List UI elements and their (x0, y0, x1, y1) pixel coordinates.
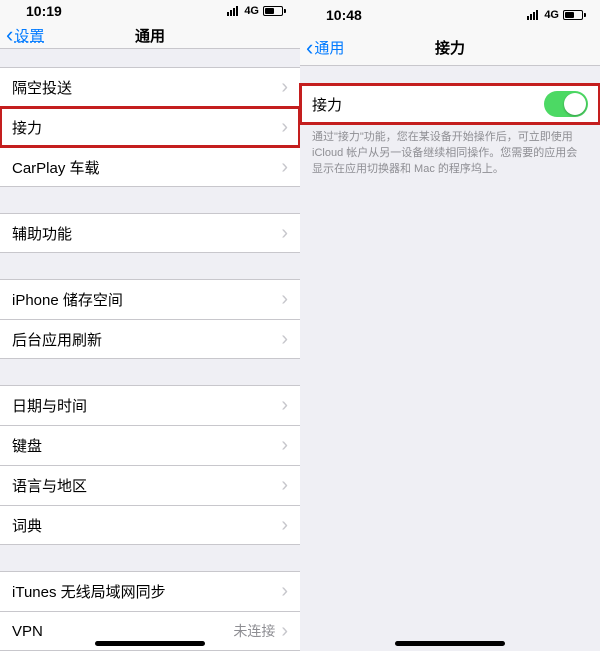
row-label: 接力 (12, 117, 42, 138)
nav-bar: ‹ 设置 通用 (0, 22, 300, 49)
phone-right: 10:48 4G ‹ 通用 接力 接力 通过"接力"功能，您在某设备开始操作后，… (300, 0, 600, 651)
chevron-right-icon: › (281, 514, 288, 537)
toggle-switch[interactable] (544, 91, 588, 117)
settings-group: 日期与时间 › 键盘 › 语言与地区 › 词典 › (0, 385, 300, 545)
network-label: 4G (244, 5, 259, 17)
row-label: VPN (12, 623, 43, 640)
home-indicator[interactable] (395, 641, 505, 646)
row-background-app-refresh[interactable]: 后台应用刷新 › (0, 319, 300, 359)
row-accessibility[interactable]: 辅助功能 › (0, 213, 300, 253)
row-iphone-storage[interactable]: iPhone 储存空间 › (0, 279, 300, 319)
chevron-right-icon: › (281, 76, 288, 99)
chevron-right-icon: › (281, 116, 288, 139)
chevron-right-icon: › (281, 288, 288, 311)
battery-icon (563, 10, 586, 20)
settings-group: 辅助功能 › (0, 213, 300, 253)
row-keyboard[interactable]: 键盘 › (0, 425, 300, 465)
nav-bar: ‹ 通用 接力 (300, 30, 600, 66)
back-button[interactable]: ‹ 设置 (6, 24, 44, 46)
status-indicators: 4G (527, 9, 586, 21)
chevron-right-icon: › (281, 580, 288, 603)
chevron-right-icon: › (281, 434, 288, 457)
row-label: CarPlay 车载 (12, 157, 100, 178)
battery-icon (263, 6, 286, 16)
row-label: 后台应用刷新 (12, 329, 102, 350)
footer-description: 通过"接力"功能，您在某设备开始操作后，可立即使用 iCloud 帐户从另一设备… (300, 124, 600, 178)
handoff-group: 接力 (300, 84, 600, 124)
chevron-left-icon: ‹ (306, 37, 313, 59)
home-indicator[interactable] (95, 641, 205, 646)
row-detail: 未连接 (233, 621, 275, 641)
chevron-right-icon: › (281, 222, 288, 245)
settings-list: 隔空投送›接力›CarPlay 车载›辅助功能›iPhone 储存空间›后台应用… (0, 49, 300, 651)
chevron-right-icon: › (281, 328, 288, 351)
network-label: 4G (544, 9, 559, 21)
back-button[interactable]: ‹ 通用 (306, 37, 344, 59)
row-label: 词典 (12, 515, 42, 536)
chevron-right-icon: › (281, 394, 288, 417)
row-date-time[interactable]: 日期与时间 › (0, 385, 300, 425)
row-language-region[interactable]: 语言与地区 › (0, 465, 300, 505)
row-label: 隔空投送 (12, 77, 72, 98)
back-label: 设置 (14, 25, 44, 46)
chevron-right-icon: › (281, 474, 288, 497)
toggle-label: 接力 (312, 94, 342, 115)
row-label: iPhone 储存空间 (12, 289, 123, 310)
chevron-right-icon: › (281, 156, 288, 179)
page-title: 通用 (135, 25, 165, 46)
row-dictionary[interactable]: 词典 › (0, 505, 300, 545)
row-label: iTunes 无线局域网同步 (12, 581, 166, 602)
status-indicators: 4G (227, 5, 286, 17)
row-handoff[interactable]: 接力 › (0, 107, 300, 147)
row-itunes-wifi-sync[interactable]: iTunes 无线局域网同步 › (0, 571, 300, 611)
settings-group: iPhone 储存空间 › 后台应用刷新 › (0, 279, 300, 359)
settings-group: iTunes 无线局域网同步 › VPN 未连接 › (0, 571, 300, 651)
settings-group: 隔空投送 › 接力 › CarPlay 车载 › (0, 67, 300, 187)
status-time: 10:19 (26, 3, 62, 19)
row-airdrop[interactable]: 隔空投送 › (0, 67, 300, 107)
page-title: 接力 (435, 37, 465, 58)
status-time: 10:48 (326, 7, 362, 23)
phone-left: 10:19 4G ‹ 设置 通用 隔空投送›接力›CarPlay 车载›辅助功能… (0, 0, 300, 651)
chevron-right-icon: › (281, 620, 288, 643)
row-label: 键盘 (12, 435, 42, 456)
signal-icon (527, 10, 538, 20)
row-carplay[interactable]: CarPlay 车载 › (0, 147, 300, 187)
status-bar: 10:48 4G (300, 0, 600, 30)
signal-icon (227, 6, 238, 16)
chevron-left-icon: ‹ (6, 24, 13, 46)
row-label: 语言与地区 (12, 475, 87, 496)
row-label: 日期与时间 (12, 395, 87, 416)
back-label: 通用 (314, 37, 344, 58)
status-bar: 10:19 4G (0, 0, 300, 22)
handoff-toggle-row[interactable]: 接力 (300, 84, 600, 124)
row-label: 辅助功能 (12, 223, 72, 244)
